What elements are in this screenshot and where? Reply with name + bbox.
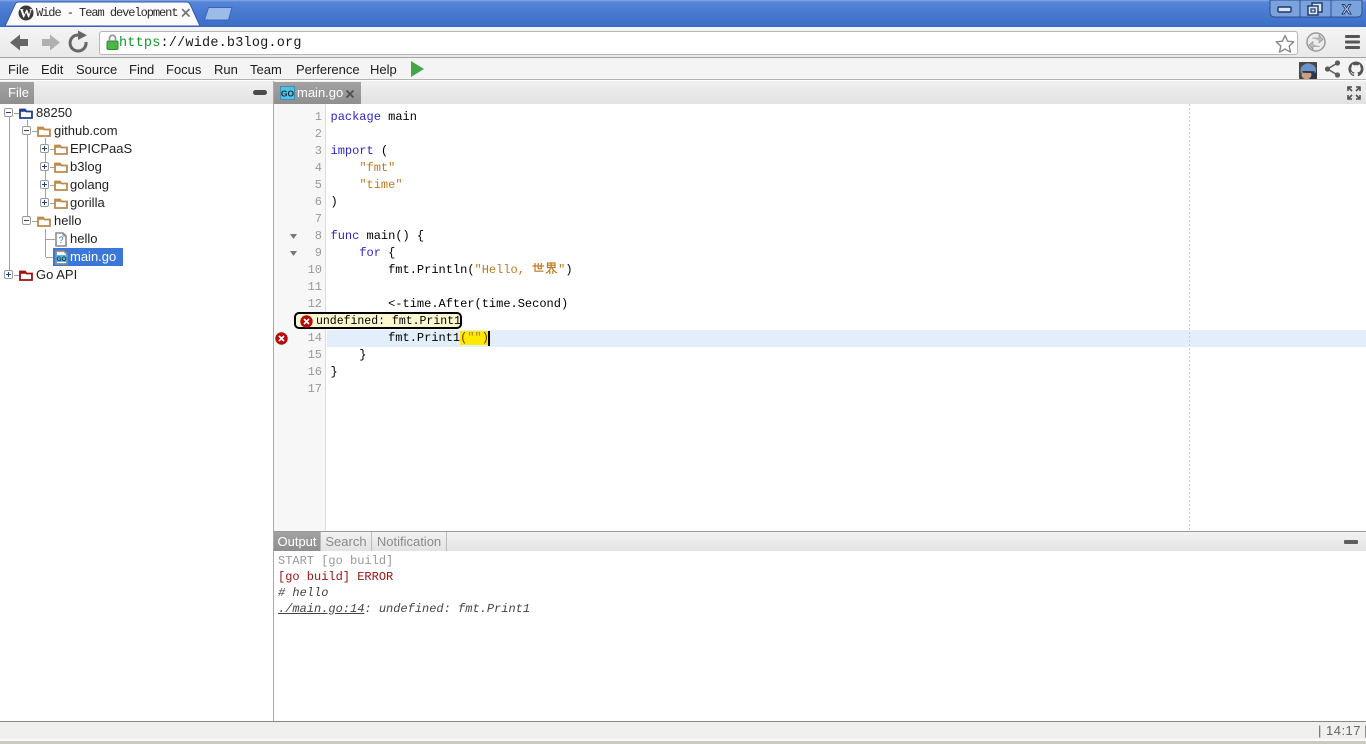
svg-text:GO: GO [281, 89, 295, 99]
svg-text:?: ? [58, 235, 63, 245]
svg-text:W: W [20, 6, 33, 21]
svg-text:GO: GO [56, 256, 66, 263]
svg-text:X: X [1342, 1, 1352, 17]
